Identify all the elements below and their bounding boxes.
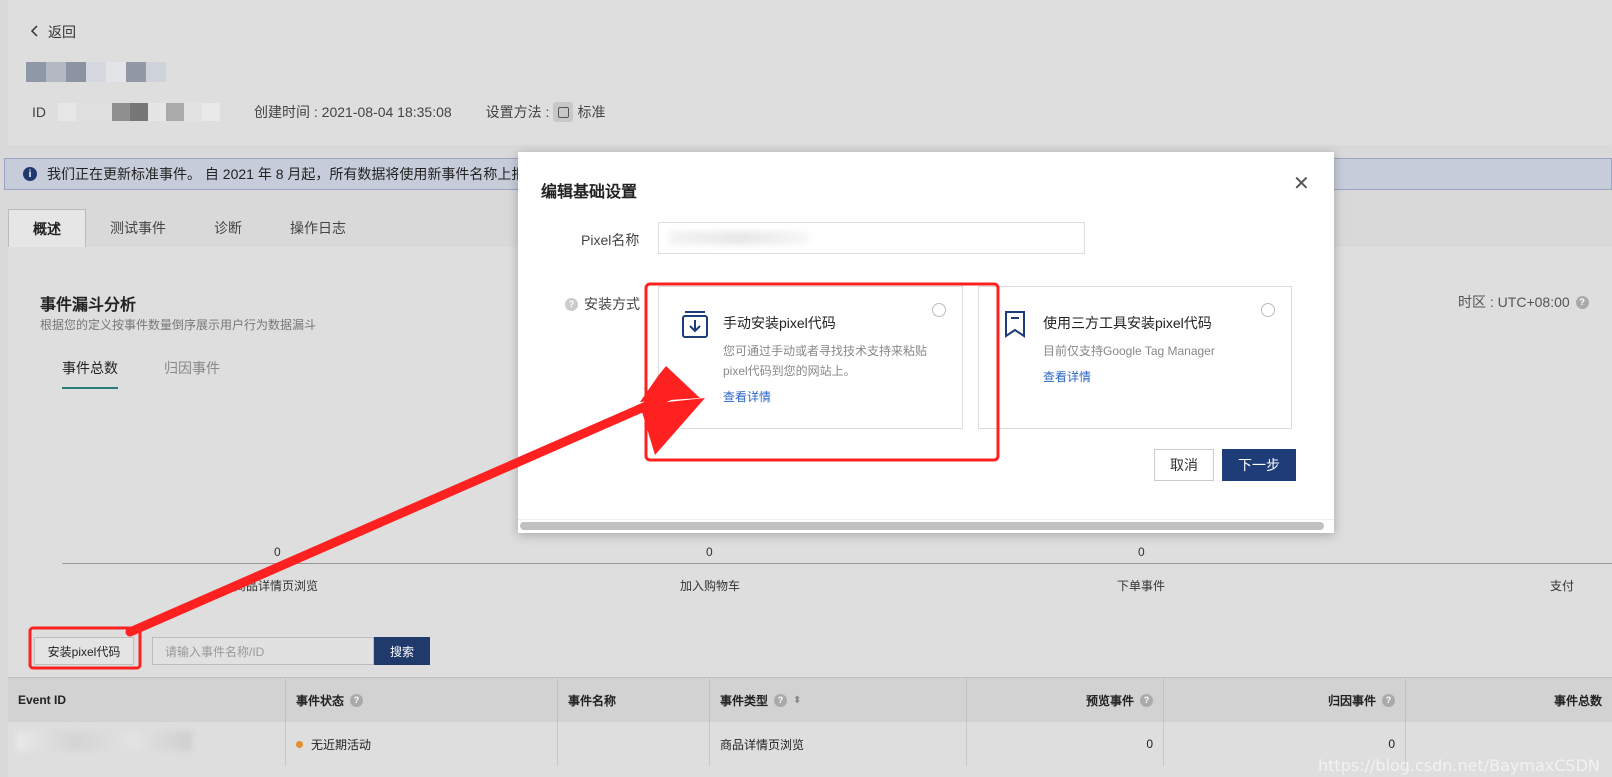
tab-overview[interactable]: 概述 (8, 209, 86, 248)
option-description: 您可通过手动或者寻找技术支持来粘贴pixel代码到您的网站上。 (723, 344, 928, 378)
help-icon[interactable]: ? (1575, 295, 1589, 309)
tab-diagnostics[interactable]: 诊断 (190, 209, 266, 247)
install-method-row: ? 安装方式 (565, 294, 640, 314)
banner-text: 我们正在更新标准事件。 自 2021 年 8 月起，所有数据将使用新事件名称上报… (47, 166, 540, 182)
help-icon[interactable]: ? (1382, 693, 1395, 707)
option-third-party-install[interactable]: 使用三方工具安装pixel代码 目前仅支持Google Tag Manager … (978, 286, 1292, 429)
option-radio[interactable] (1261, 303, 1275, 317)
col-attributed-events: 归因事件? (1163, 678, 1405, 722)
help-icon[interactable]: ? (565, 297, 578, 311)
option-title: 使用三方工具安装pixel代码 (1043, 315, 1212, 331)
watermark: https://blog.csdn.net/BaymaxCSDN (1318, 756, 1600, 775)
funnel-category: 商品详情页浏览 (234, 579, 319, 593)
main-tabs: 概述 测试事件 诊断 操作日志 (8, 209, 370, 248)
col-event-type[interactable]: 事件类型? ⬍ (709, 678, 966, 722)
chevron-left-icon (30, 24, 40, 41)
dialog-divider (518, 519, 1334, 520)
page: 返回 ID 创建时间 : 2021-08-04 18:35:08 设置方法 : … (0, 0, 1612, 777)
sort-icon[interactable]: ⬍ (793, 695, 801, 706)
subtab-attributed-events[interactable]: 归因事件 (164, 358, 220, 389)
timezone-label: 时区 : UTC+08:00 (1458, 294, 1570, 310)
cell-event-status: 无近期活动 (285, 722, 557, 766)
cell-event-type: 商品详情页浏览 (709, 722, 966, 766)
funnel-category: 下单事件 (1117, 579, 1166, 593)
option-manual-install[interactable]: 手动安装pixel代码 您可通过手动或者寻找技术支持来粘贴pixel代码到您的网… (658, 286, 963, 429)
pixel-title-redacted (26, 62, 166, 82)
funnel-subtabs: 事件总数 归因事件 (62, 358, 220, 389)
setup-method-value: 标准 (577, 104, 606, 120)
search-button[interactable]: 搜索 (374, 637, 430, 665)
setup-method-label: 设置方法 : (485, 104, 550, 120)
download-box-icon (681, 309, 709, 339)
col-total-events: 事件总数 (1405, 678, 1612, 722)
cell-preview-events: 0 (966, 722, 1163, 766)
view-details-link[interactable]: 查看详情 (723, 388, 771, 405)
funnel-category: 支付 (1550, 579, 1575, 593)
pixel-meta-row: ID 创建时间 : 2021-08-04 18:35:08 设置方法 : 标准 (32, 102, 605, 122)
event-search-input[interactable]: 请输入事件名称/ID (152, 637, 374, 665)
next-step-button[interactable]: 下一步 (1222, 449, 1296, 481)
close-icon[interactable]: ✕ (1293, 174, 1310, 194)
standard-setup-icon (553, 102, 574, 122)
pixel-header-card (8, 0, 1612, 145)
col-preview-events: 预览事件? (966, 678, 1163, 722)
install-pixel-button[interactable]: 安装pixel代码 (34, 637, 134, 665)
funnel-value: 0 (274, 545, 281, 559)
option-title: 手动安装pixel代码 (723, 315, 836, 331)
dialog-horizontal-scrollbar[interactable] (520, 522, 1324, 530)
timezone-info: 时区 : UTC+08:00 ? (1458, 292, 1589, 312)
back-label: 返回 (48, 24, 76, 40)
subtab-total-events[interactable]: 事件总数 (62, 358, 118, 389)
pixel-name-redacted (669, 231, 809, 245)
cancel-button[interactable]: 取消 (1154, 449, 1214, 481)
pixel-name-label: Pixel名称 (581, 232, 640, 248)
option-radio[interactable] (932, 303, 946, 317)
back-button[interactable]: 返回 (30, 22, 76, 42)
view-details-link[interactable]: 查看详情 (1043, 368, 1091, 385)
col-event-id: Event ID (18, 693, 67, 707)
funnel-title: 事件漏斗分析 (40, 297, 137, 314)
help-icon[interactable]: ? (1140, 693, 1153, 707)
option-description: 目前仅支持Google Tag Manager (1043, 344, 1215, 358)
funnel-value: 0 (1138, 545, 1145, 559)
tab-operation-log[interactable]: 操作日志 (266, 209, 370, 247)
col-event-status: 事件状态? (285, 678, 557, 722)
col-event-name: 事件名称 (557, 678, 709, 722)
funnel-axis (62, 563, 1612, 564)
pixel-name-input[interactable] (658, 222, 1085, 254)
tab-test-events[interactable]: 测试事件 (86, 209, 190, 247)
event-id-redacted (16, 731, 192, 751)
events-table-header: Event ID 事件状态? 事件名称 事件类型? ⬍ 预览事件? 归因事件? 事… (8, 677, 1612, 722)
created-time: 创建时间 : 2021-08-04 18:35:08 (254, 104, 452, 120)
help-icon[interactable]: ? (774, 693, 788, 707)
status-dot-icon (296, 740, 303, 748)
dialog-title: 编辑基础设置 (541, 184, 638, 201)
funnel-category: 加入购物车 (680, 579, 741, 593)
bookmark-icon (1001, 309, 1029, 339)
info-icon: i (23, 167, 37, 181)
cell-event-name (557, 722, 709, 766)
edit-basic-settings-dialog: 编辑基础设置 ✕ Pixel名称 ? 安装方式 手动安装pixel代码 您可通过… (518, 152, 1334, 533)
funnel-value: 0 (706, 545, 713, 559)
funnel-subtitle: 根据您的定义按事件数量倒序展示用户行为数据漏斗 (40, 318, 317, 332)
pixel-id-redacted (58, 103, 220, 121)
id-label: ID (32, 104, 46, 120)
help-icon[interactable]: ? (350, 693, 364, 707)
install-method-label: 安装方式 (584, 296, 640, 312)
